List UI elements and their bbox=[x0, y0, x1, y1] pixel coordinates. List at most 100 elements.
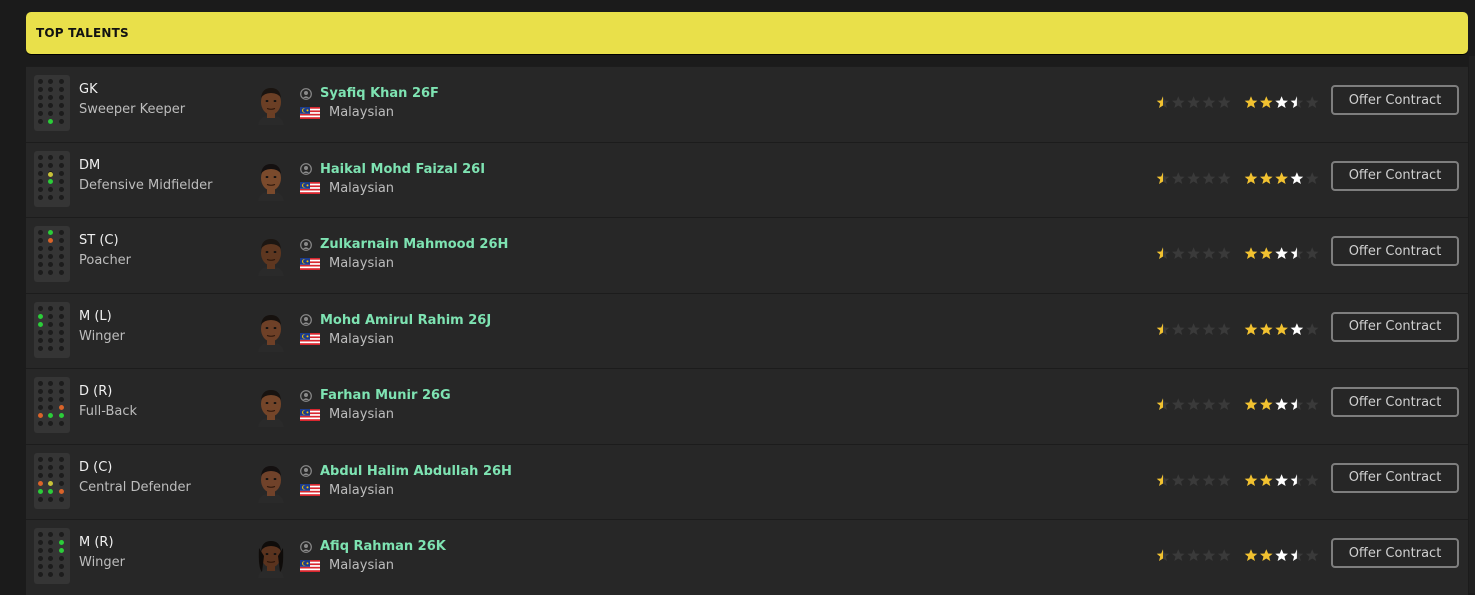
position-pitch-icon bbox=[34, 150, 70, 207]
pitch-dot bbox=[59, 397, 64, 402]
player-role: Winger bbox=[79, 555, 126, 570]
player-name-link[interactable]: Syafiq Khan 26F bbox=[300, 86, 439, 101]
person-icon bbox=[300, 465, 312, 477]
pitch-dot bbox=[38, 305, 43, 311]
player-name[interactable]: Zulkarnain Mahmood 26H bbox=[320, 237, 508, 252]
offer-contract-button[interactable]: Offer Contract bbox=[1331, 462, 1459, 493]
person-icon bbox=[300, 314, 312, 326]
player-nationality: Malaysian bbox=[300, 558, 394, 573]
player-name-link[interactable]: Afiq Rahman 26K bbox=[300, 539, 446, 554]
pitch-dot bbox=[38, 230, 43, 235]
pitch-dot bbox=[48, 472, 53, 478]
potential-ability-stars bbox=[1244, 94, 1320, 108]
offer-contract-button[interactable]: Offer Contract bbox=[1331, 85, 1459, 115]
potential-ability-stars bbox=[1244, 245, 1320, 259]
pitch-dot bbox=[38, 79, 43, 84]
offer-contract-button[interactable]: Offer Contract bbox=[1331, 387, 1459, 417]
pitch-dot bbox=[59, 178, 64, 184]
talent-row[interactable]: ST (C) Poacher Zulkarnain Mahmood 26H Mal… bbox=[26, 217, 1468, 293]
offer-contract-button[interactable]: Offer Contract bbox=[1331, 236, 1459, 266]
pitch-dot bbox=[59, 305, 64, 311]
pitch-dot-active bbox=[48, 488, 53, 494]
player-name-link[interactable]: Zulkarnain Mahmood 26H bbox=[300, 237, 508, 252]
player-face-avatar[interactable] bbox=[254, 463, 288, 503]
player-face-avatar[interactable] bbox=[254, 387, 288, 427]
pitch-dot bbox=[59, 170, 64, 176]
malaysia-flag-icon bbox=[300, 333, 320, 345]
pitch-dot bbox=[59, 254, 64, 259]
pitch-dot bbox=[59, 456, 64, 462]
pitch-dot bbox=[38, 564, 43, 569]
talent-row[interactable]: M (L) Winger Mohd Amirul Rahim 26J Malays… bbox=[26, 292, 1468, 368]
pitch-dot bbox=[59, 162, 64, 168]
pitch-dot bbox=[48, 87, 53, 92]
pitch-dot bbox=[59, 381, 64, 386]
current-ability-stars bbox=[1156, 396, 1232, 410]
player-name-link[interactable]: Haikal Mohd Faizal 26I bbox=[300, 162, 485, 177]
player-position: GK bbox=[79, 82, 98, 97]
player-face-avatar[interactable] bbox=[254, 236, 288, 276]
player-nationality: Malaysian bbox=[300, 407, 394, 422]
pitch-dot bbox=[48, 548, 53, 553]
player-name[interactable]: Afiq Rahman 26K bbox=[320, 539, 446, 554]
pitch-dot bbox=[38, 329, 43, 335]
player-name[interactable]: Syafiq Khan 26F bbox=[320, 86, 439, 101]
player-name[interactable]: Abdul Halim Abdullah 26H bbox=[320, 464, 512, 479]
player-face-avatar[interactable] bbox=[254, 161, 288, 201]
pitch-dot bbox=[48, 572, 53, 577]
potential-ability-stars bbox=[1244, 472, 1320, 486]
player-face-avatar[interactable] bbox=[254, 312, 288, 352]
position-pitch-icon bbox=[34, 377, 70, 433]
talent-row[interactable]: GK Sweeper Keeper Syafiq Khan 26F Malaysi… bbox=[26, 66, 1468, 142]
pitch-dot bbox=[48, 79, 53, 84]
pitch-dot bbox=[48, 389, 53, 394]
pitch-dot bbox=[48, 532, 53, 537]
pitch-dot bbox=[38, 496, 43, 502]
pitch-dot bbox=[59, 572, 64, 577]
pitch-dot bbox=[38, 154, 43, 160]
offer-contract-button[interactable]: Offer Contract bbox=[1331, 311, 1459, 342]
offer-contract-button[interactable]: Offer Contract bbox=[1331, 538, 1459, 568]
talent-row[interactable]: D (C) Central Defender Abdul Halim Abdull… bbox=[26, 443, 1468, 519]
pitch-dot bbox=[59, 154, 64, 160]
player-name[interactable]: Farhan Munir 26G bbox=[320, 388, 451, 403]
talent-row[interactable]: DM Defensive Midfielder Haikal Mohd Faiza… bbox=[26, 141, 1468, 217]
pitch-dot bbox=[48, 246, 53, 251]
pitch-dot-active bbox=[38, 313, 43, 319]
pitch-dot bbox=[59, 337, 64, 343]
potential-ability-stars bbox=[1244, 321, 1320, 335]
player-name[interactable]: Mohd Amirul Rahim 26J bbox=[320, 313, 491, 328]
player-role: Central Defender bbox=[79, 479, 191, 495]
pitch-dot bbox=[38, 119, 43, 124]
person-icon bbox=[300, 87, 312, 100]
current-ability-stars bbox=[1156, 547, 1232, 561]
pitch-dot bbox=[59, 95, 64, 100]
scrollbar[interactable] bbox=[1469, 56, 1475, 593]
player-name[interactable]: Haikal Mohd Faizal 26I bbox=[320, 162, 485, 177]
pitch-dot bbox=[38, 95, 43, 100]
player-position: DM bbox=[79, 157, 101, 173]
pitch-dot bbox=[48, 321, 53, 327]
talent-row[interactable]: M (R) Winger Afiq Rahman 26K Malaysian Off… bbox=[26, 519, 1468, 595]
pitch-dot bbox=[48, 270, 53, 275]
player-name-link[interactable]: Farhan Munir 26G bbox=[300, 388, 451, 403]
player-name-link[interactable]: Mohd Amirul Rahim 26J bbox=[300, 313, 491, 328]
player-position: ST (C) bbox=[79, 233, 119, 248]
player-face-avatar[interactable] bbox=[254, 85, 288, 125]
player-face-avatar[interactable] bbox=[254, 538, 288, 578]
nationality-label: Malaysian bbox=[329, 482, 395, 498]
pitch-dot bbox=[48, 194, 53, 200]
player-role: Defensive Midfielder bbox=[79, 177, 213, 193]
pitch-dot bbox=[48, 313, 53, 319]
pitch-dot bbox=[59, 345, 64, 351]
talent-row[interactable]: D (R) Full-Back Farhan Munir 26G Malaysia… bbox=[26, 368, 1468, 444]
pitch-dot bbox=[48, 564, 53, 569]
position-pitch-icon bbox=[34, 528, 70, 584]
offer-contract-button[interactable]: Offer Contract bbox=[1331, 160, 1459, 191]
position-pitch-icon bbox=[34, 452, 70, 509]
pitch-dot bbox=[38, 540, 43, 545]
pitch-dot bbox=[38, 456, 43, 462]
player-name-link[interactable]: Abdul Halim Abdullah 26H bbox=[300, 464, 512, 479]
pitch-dot bbox=[59, 472, 64, 478]
pitch-dot bbox=[48, 405, 53, 410]
